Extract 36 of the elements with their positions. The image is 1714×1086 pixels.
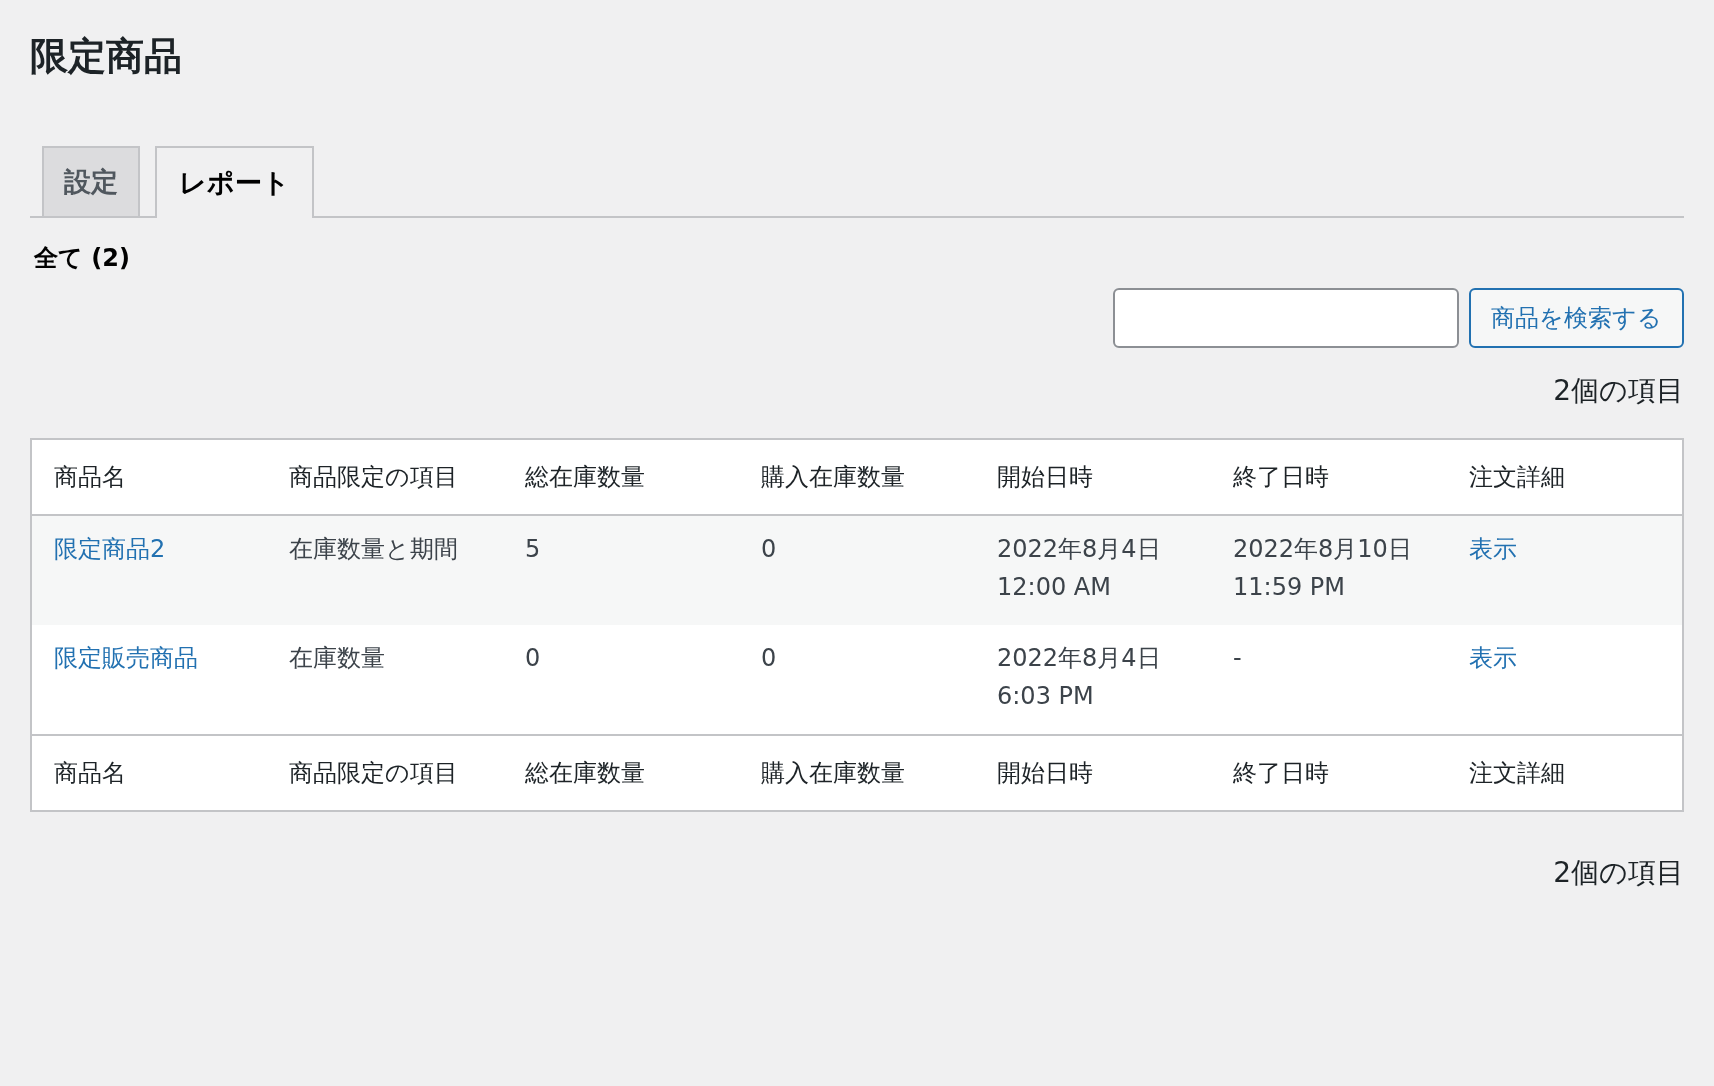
page-title: 限定商品 xyxy=(30,33,183,80)
table-cell: 0 xyxy=(739,625,975,735)
view-link[interactable]: 表示 xyxy=(1469,644,1517,672)
column-header: 商品限定の項目 xyxy=(267,439,503,515)
table-cell: 2022年8月10日 11:59 PM xyxy=(1211,515,1447,625)
tab[interactable]: 設定 xyxy=(42,146,140,216)
table-cell: 在庫数量と期間 xyxy=(267,515,503,625)
column-header: 商品名 xyxy=(31,735,267,811)
column-header: 商品限定の項目 xyxy=(267,735,503,811)
column-header: 開始日時 xyxy=(975,439,1211,515)
table-cell: 0 xyxy=(739,515,975,625)
column-header: 注文詳細 xyxy=(1447,439,1683,515)
column-header: 終了日時 xyxy=(1211,439,1447,515)
column-header: 購入在庫数量 xyxy=(739,439,975,515)
table-cell: 5 xyxy=(503,515,739,625)
table-cell: 2022年8月4日 12:00 AM xyxy=(975,515,1211,625)
view-link[interactable]: 表示 xyxy=(1469,535,1517,563)
column-header: 注文詳細 xyxy=(1447,735,1683,811)
filter-link[interactable]: 全て (2) xyxy=(34,244,130,272)
column-header: 総在庫数量 xyxy=(503,735,739,811)
search-button[interactable]: 商品を検索する xyxy=(1469,288,1684,348)
table-cell: 在庫数量 xyxy=(267,625,503,735)
search-field[interactable] xyxy=(1113,288,1459,348)
column-header: 終了日時 xyxy=(1211,735,1447,811)
table-cell: - xyxy=(1211,625,1447,735)
product-link[interactable]: 限定販売商品 xyxy=(54,644,198,672)
table-cell: 0 xyxy=(503,625,739,735)
column-header: 開始日時 xyxy=(975,735,1211,811)
item-count: 2個の項目 xyxy=(1553,373,1684,409)
item-count: 2個の項目 xyxy=(1553,855,1684,891)
table-cell: 2022年8月4日 6:03 PM xyxy=(975,625,1211,735)
tab[interactable]: レポート xyxy=(155,146,314,218)
product-link[interactable]: 限定商品2 xyxy=(54,535,166,563)
column-header: 購入在庫数量 xyxy=(739,735,975,811)
column-header: 総在庫数量 xyxy=(503,439,739,515)
column-header: 商品名 xyxy=(31,439,267,515)
